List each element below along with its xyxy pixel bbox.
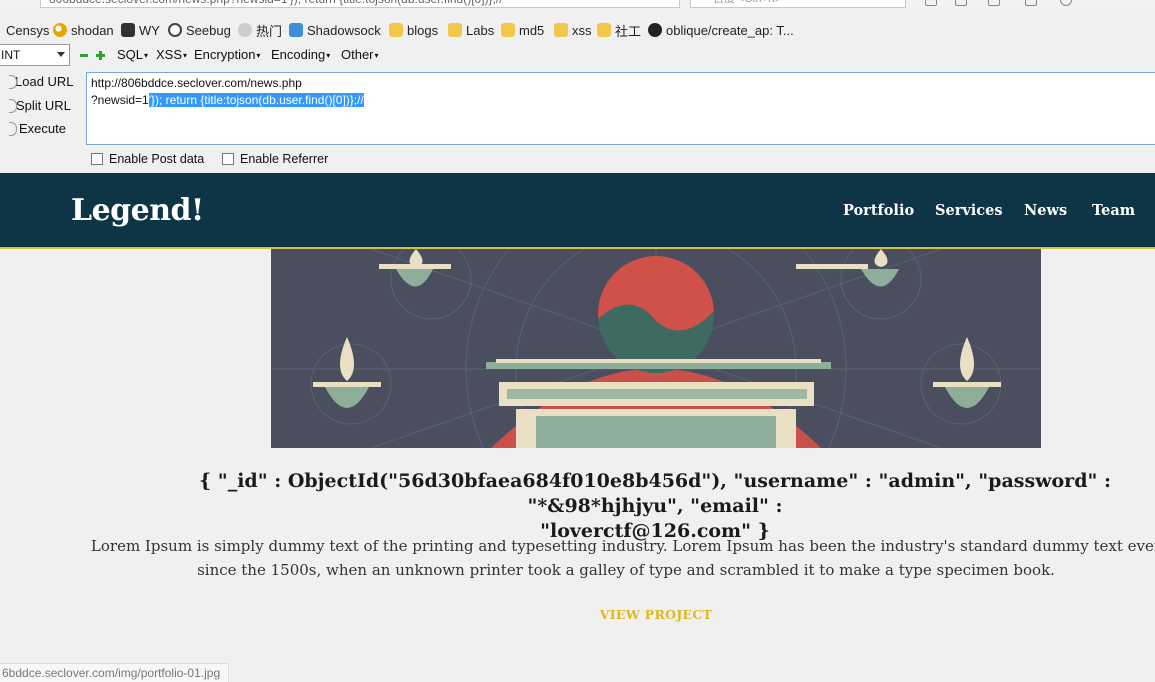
nav-services[interactable]: Services: [935, 202, 1003, 219]
folder-icon: [554, 23, 568, 37]
news-title: { "_id" : ObjectId("56d30bfaea684f010e8b…: [198, 470, 1112, 542]
caret-icon: ▾: [256, 51, 261, 61]
seebug-icon: [168, 23, 182, 37]
library-icon[interactable]: [955, 0, 967, 6]
hackbar-int-select[interactable]: INT: [0, 44, 70, 66]
bookmark-shegong[interactable]: 社工: [597, 21, 641, 39]
bookmark-labs[interactable]: Labs: [448, 21, 494, 39]
wy-icon: [121, 23, 135, 37]
bookmark-github[interactable]: oblique/create_ap: T...: [648, 21, 794, 39]
enable-post-checkbox[interactable]: Enable Post data: [91, 152, 204, 166]
decrement-icon[interactable]: [80, 54, 88, 57]
enable-referrer-checkbox[interactable]: Enable Referrer: [222, 152, 328, 166]
bookmark-wy[interactable]: WY: [121, 21, 160, 39]
bookmark-censys[interactable]: Censys: [6, 21, 49, 39]
hackbar-toolbar: INT SQL▾ XSS▾ Encryption▾ Encoding▾ Othe…: [0, 44, 1155, 68]
url-line-2: ?newsid=1'}); return {title:tojson(db.us…: [91, 93, 364, 107]
menu-xss[interactable]: XSS▾: [156, 47, 187, 62]
folder-icon: [448, 23, 462, 37]
site-navbar: Legend! Portfolio Services News Team: [0, 173, 1155, 249]
chat-icon[interactable]: [1060, 0, 1072, 6]
portfolio-image: [271, 249, 1041, 448]
folder-icon: [501, 23, 515, 37]
news-description: Lorem Ipsum is simply dummy text of the …: [90, 537, 1155, 579]
menu-encoding[interactable]: Encoding▾: [271, 47, 330, 62]
nav-news[interactable]: News: [1024, 202, 1067, 219]
bookmark-blogs[interactable]: blogs: [389, 21, 438, 39]
hot-icon: [238, 23, 252, 37]
github-icon: [648, 23, 662, 37]
split-url-button[interactable]: Split URL: [9, 98, 71, 113]
hackbar-url-textarea[interactable]: http://806bddce.seclover.com/news.php ?n…: [86, 72, 1155, 145]
shodan-icon: [53, 23, 67, 37]
portfolio-illustration: [271, 249, 1041, 448]
checkbox-icon: [91, 153, 103, 165]
pause-icon[interactable]: [1025, 0, 1037, 6]
bookmark-hot[interactable]: 热门: [238, 21, 282, 39]
bookmark-seebug[interactable]: Seebug: [168, 21, 231, 39]
caret-icon: ▾: [326, 51, 331, 61]
selected-payload: '}); return {title:tojson(db.user.find()…: [148, 93, 364, 107]
search-box[interactable]: 百度 <Ctrl+K>: [690, 0, 906, 8]
url-line-1: http://806bddce.seclover.com/news.php: [91, 76, 302, 90]
folder-icon: [597, 23, 611, 37]
bookmark-shodan[interactable]: shodan: [53, 21, 114, 39]
folder-icon: [389, 23, 403, 37]
browser-toolbar: 806bddce.seclover.com/news.php?newsid=1'…: [0, 0, 1155, 10]
bookmark-shadowsocks[interactable]: Shadowsock: [289, 21, 381, 39]
site-logo[interactable]: Legend!: [71, 193, 204, 228]
execute-icon: [9, 122, 17, 136]
bookmarks-bar: Censys shodan WY Seebug 热门 Shadowsock bl…: [0, 18, 1155, 42]
menu-sql[interactable]: SQL▾: [117, 47, 148, 62]
menu-other[interactable]: Other▾: [341, 47, 379, 62]
bookmark-xss[interactable]: xss: [554, 21, 592, 39]
increment-icon[interactable]: [96, 51, 105, 60]
caret-icon: ▾: [374, 51, 379, 61]
address-bar[interactable]: 806bddce.seclover.com/news.php?newsid=1'…: [40, 0, 680, 8]
load-url-button[interactable]: Load URL: [9, 74, 74, 89]
download-icon[interactable]: [988, 0, 1000, 6]
status-bar: 6bddce.seclover.com/img/portfolio-01.jpg: [0, 663, 230, 682]
view-project-link[interactable]: VIEW PROJECT: [0, 607, 1155, 622]
shadowsocks-icon: [289, 23, 303, 37]
checkbox-icon: [222, 153, 234, 165]
nav-team[interactable]: Team: [1092, 202, 1135, 219]
bookmark-md5[interactable]: md5: [501, 21, 544, 39]
menu-encryption[interactable]: Encryption▾: [194, 47, 260, 62]
nav-portfolio[interactable]: Portfolio: [843, 202, 914, 219]
chevron-down-icon: [57, 52, 65, 57]
execute-button[interactable]: Execute: [9, 121, 66, 136]
caret-icon: ▾: [183, 51, 188, 61]
caret-icon: ▾: [144, 51, 149, 61]
star-icon[interactable]: [925, 0, 937, 6]
